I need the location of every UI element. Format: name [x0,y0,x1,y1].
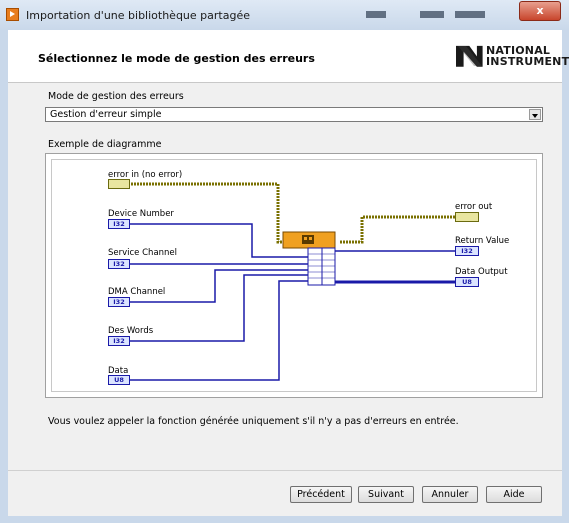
description-text: Vous voulez appeler la fonction générée … [48,416,459,427]
next-button[interactable]: Suivant [358,486,414,503]
data-output-label: Data Output [455,267,508,277]
error-out-label: error out [455,202,493,212]
help-button[interactable]: Aide [486,486,542,503]
return-value-terminal: I32 [455,246,479,256]
error-out-wire [340,215,455,244]
des-words-terminal: I32 [108,336,130,346]
call-library-node-icon [282,231,336,286]
dma-channel-label: DMA Channel [108,287,166,297]
footer-divider [8,470,562,471]
data-output-terminal: U8 [455,277,479,287]
service-channel-terminal: I32 [108,259,130,269]
service-channel-label: Service Channel [108,248,178,258]
previous-button[interactable]: Précédent [290,486,352,503]
dma-channel-terminal: I32 [108,297,130,307]
diagram-wires [122,182,455,381]
cancel-button[interactable]: Annuler [422,486,478,503]
des-words-label: Des Words [108,326,154,336]
device-number-label: Device Number [108,209,174,219]
error-in-terminal-icon [108,179,130,189]
error-out-terminal-icon [455,212,479,222]
return-value-label: Return Value [455,236,510,246]
device-number-terminal: I32 [108,219,130,229]
data-terminal: U8 [108,375,130,385]
